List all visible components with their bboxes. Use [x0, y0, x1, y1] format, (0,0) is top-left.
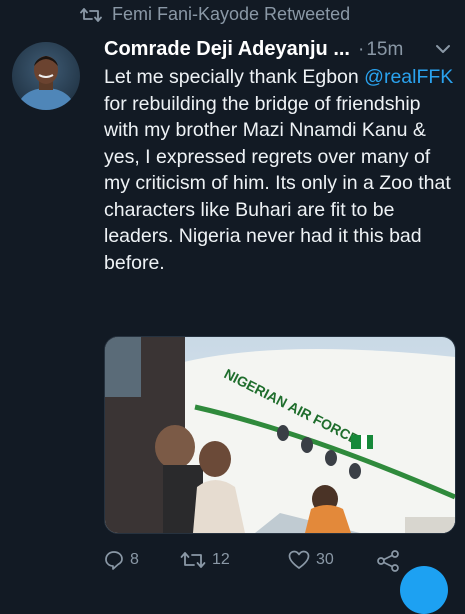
- chevron-down-icon[interactable]: [435, 41, 451, 59]
- retweet-label: Femi Fani-Kayode Retweeted: [112, 4, 351, 24]
- retweet-context[interactable]: Femi Fani-Kayode Retweeted: [80, 4, 350, 25]
- tweet-timestamp[interactable]: 15m: [366, 39, 403, 61]
- tweet-text-start: Let me specially thank Egbon: [104, 66, 365, 88]
- retweet-icon: [80, 7, 102, 23]
- header-separator: ·: [358, 38, 365, 60]
- tweet-actions: 8 12 30: [104, 550, 445, 578]
- tweet-text-rest: for rebuilding the bridge of friendship …: [104, 92, 451, 274]
- heart-icon: [288, 550, 310, 570]
- author-avatar[interactable]: [12, 42, 80, 110]
- author-name[interactable]: Comrade Deji Adeyanju ...: [104, 38, 350, 61]
- compose-fab[interactable]: [400, 566, 448, 614]
- reply-count: 8: [130, 551, 139, 568]
- reply-icon: [104, 550, 124, 570]
- mention-link[interactable]: @realFFK: [364, 66, 453, 88]
- tweet-header: Comrade Deji Adeyanju ... · 15m: [104, 38, 453, 61]
- retweet-action-icon: [180, 550, 206, 570]
- like-button[interactable]: 30: [288, 550, 334, 570]
- retweet-button[interactable]: 12: [180, 550, 230, 570]
- tweet-text: Let me specially thank Egbon @realFFK fo…: [104, 64, 460, 276]
- share-button[interactable]: [376, 550, 400, 572]
- share-icon: [376, 550, 400, 572]
- retweet-count: 12: [212, 551, 230, 568]
- reply-button[interactable]: 8: [104, 550, 139, 570]
- tweet-media-image[interactable]: NIGERIAN AIR FORCE: [104, 336, 456, 534]
- like-count: 30: [316, 551, 334, 568]
